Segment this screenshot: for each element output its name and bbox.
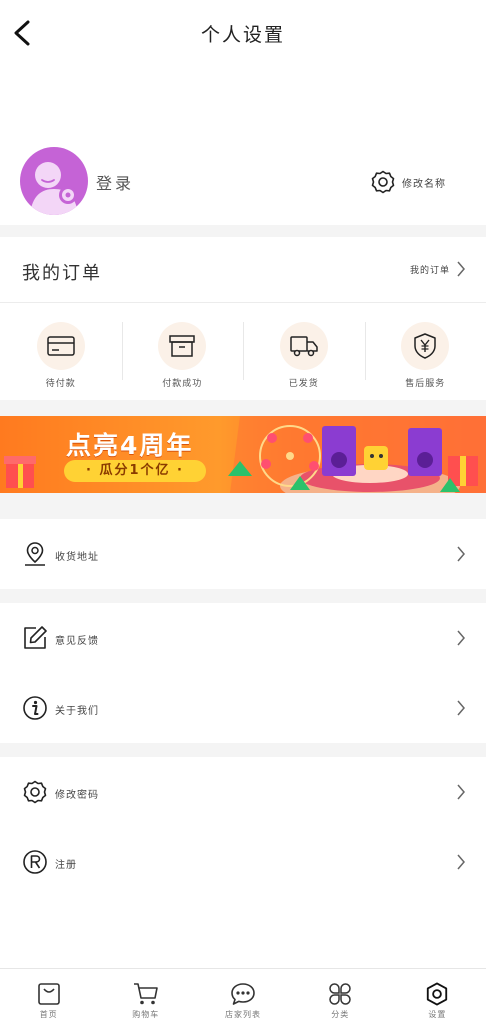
- order-shipped[interactable]: 已发货: [243, 304, 365, 400]
- chevron-right-icon: [457, 630, 465, 646]
- grid-icon: [329, 983, 351, 1005]
- menu-label: 修改密码: [55, 790, 99, 801]
- edit-name-button[interactable]: 修改名称: [370, 168, 446, 196]
- chevron-right-icon: [457, 854, 465, 870]
- divider: [0, 400, 486, 416]
- tab-label: 购物车: [132, 1010, 160, 1019]
- menu-label: 收货地址: [55, 552, 99, 563]
- menu-item-feedback[interactable]: 意见反馈: [0, 603, 486, 673]
- profile-section: 登录 修改名称: [0, 140, 486, 225]
- all-orders-label: 我的订单: [409, 265, 450, 276]
- menu-item-about[interactable]: 关于我们: [0, 673, 486, 743]
- promo-banner[interactable]: 点亮4周年 · 瓜分1个亿 ·: [0, 416, 486, 493]
- card-icon: [36, 322, 85, 370]
- banner-subtitle: · 瓜分1个亿 ·: [64, 460, 206, 482]
- tab-label: 店家列表: [225, 1010, 261, 1019]
- orders-title: 我的订单: [22, 263, 102, 284]
- tab-label: 设置: [428, 1010, 447, 1019]
- truck-icon: [279, 322, 328, 370]
- divider: [0, 589, 486, 603]
- bottom-tab-bar: 首页 购物车 店家列表 分类 设置: [0, 968, 486, 1024]
- divider: [0, 493, 486, 519]
- menu-label: 关于我们: [55, 706, 99, 717]
- order-label: 已发货: [288, 379, 319, 389]
- banner-title: 点亮4周年: [66, 431, 194, 460]
- chevron-right-icon: [457, 546, 465, 562]
- info-icon: [23, 696, 47, 720]
- location-pin-icon: [25, 542, 45, 566]
- order-after-sales[interactable]: 售后服务: [364, 304, 486, 400]
- chevron-right-icon: [457, 700, 465, 716]
- chat-icon: [231, 983, 255, 1005]
- order-paid[interactable]: 付款成功: [121, 304, 244, 400]
- avatar[interactable]: [20, 147, 88, 215]
- chevron-right-icon: [457, 261, 465, 277]
- tab-category[interactable]: 分类: [292, 969, 389, 1024]
- bag-icon: [37, 983, 60, 1005]
- menu-item-change-password[interactable]: 修改密码: [0, 757, 486, 827]
- divider: [0, 743, 486, 757]
- cart-icon: [133, 983, 158, 1005]
- menu-label: 注册: [55, 860, 77, 871]
- order-label: 售后服务: [405, 379, 446, 389]
- avatar-face-icon: [30, 162, 78, 215]
- menu-item-address[interactable]: 收货地址: [0, 519, 486, 589]
- gear-icon: [23, 780, 47, 804]
- chevron-right-icon: [457, 784, 465, 800]
- edit-icon: [24, 626, 47, 649]
- yuan-shield-icon: [401, 322, 450, 370]
- header: 个人设置: [0, 0, 486, 64]
- tab-label: 分类: [331, 1010, 350, 1019]
- menu-item-register[interactable]: 注册: [0, 827, 486, 897]
- registered-icon: [23, 850, 47, 874]
- order-pending-payment[interactable]: 待付款: [0, 304, 122, 400]
- tab-label: 首页: [39, 1010, 58, 1019]
- orders-header: 我的订单 我的订单: [0, 237, 486, 303]
- tab-settings[interactable]: 设置: [389, 969, 486, 1024]
- tab-home[interactable]: 首页: [0, 969, 97, 1024]
- tab-cart[interactable]: 购物车: [97, 969, 194, 1024]
- all-orders-link[interactable]: 我的订单: [410, 261, 466, 277]
- tab-store-list[interactable]: 店家列表: [194, 969, 291, 1024]
- order-label: 付款成功: [162, 379, 203, 389]
- login-link[interactable]: 登录: [96, 170, 134, 194]
- order-label: 待付款: [45, 379, 76, 389]
- divider: [0, 225, 486, 237]
- edit-name-label: 修改名称: [402, 178, 446, 190]
- menu-label: 意见反馈: [55, 636, 99, 647]
- box-icon: [158, 322, 207, 370]
- order-status-row: 待付款 付款成功 已发货 售后服务: [0, 304, 486, 400]
- gear-icon: [371, 170, 395, 194]
- page-title: 个人设置: [200, 24, 285, 46]
- gear-icon: [427, 982, 448, 1006]
